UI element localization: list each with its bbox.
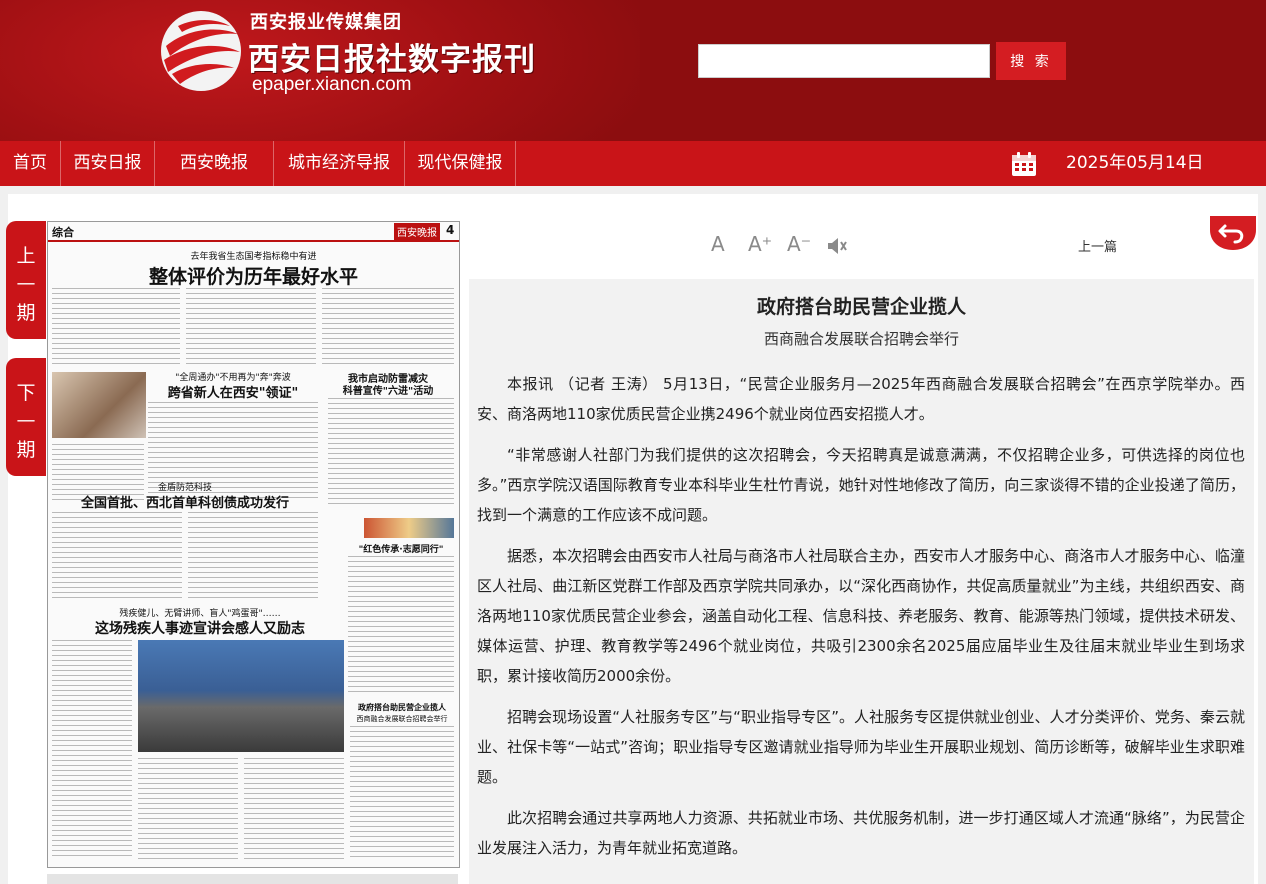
- text-block: [348, 556, 454, 696]
- article-paragraph: “非常感谢人社部门为我们提供的这次招聘会，今天招聘真是诚意满满，不仅招聘企业多，…: [477, 446, 1245, 524]
- news-photo[interactable]: [52, 372, 146, 438]
- nav-item-xian-evening[interactable]: 西安晚报: [155, 141, 274, 186]
- story-headline-current[interactable]: 政府搭台助民营企业揽人: [350, 702, 454, 713]
- font-normal-button[interactable]: A: [711, 232, 725, 256]
- next-issue-tab[interactable]: 下 — 期: [6, 358, 46, 476]
- page-section: 综合: [52, 226, 74, 239]
- prev-issue-char: 上: [16, 245, 36, 267]
- text-block: [322, 288, 454, 368]
- article-paragraph: 此次招聘会通过共享两地人力资源、共拓就业市场、共优服务机制，进一步打通区域人才流…: [477, 809, 1245, 857]
- prev-issue-tab[interactable]: 上 — 期: [6, 221, 46, 339]
- site-url: epaper.xiancn.com: [252, 74, 412, 95]
- text-block: [186, 288, 316, 368]
- site-name: 西安日报社数字报刊: [248, 42, 536, 78]
- issue-date: 2025年05月14日: [1066, 153, 1204, 173]
- lead-kicker[interactable]: 去年我省生态国考指标稳中有进: [48, 249, 459, 262]
- article-paragraph: 据悉，本次招聘会由西安市人社局与商洛市人社局联合主办，西安市人才服务中心、商洛市…: [477, 547, 1245, 685]
- article-title: 政府搭台助民营企业揽人: [756, 296, 966, 318]
- text-block: [244, 758, 344, 860]
- thumbnail-scrollbar[interactable]: [47, 874, 458, 884]
- story-headline[interactable]: 全国首批、西北首单科创债成功发行: [52, 492, 318, 511]
- page-masthead: 西安晚报: [394, 223, 440, 240]
- nav-item-xian-daily[interactable]: 西安日报: [61, 141, 155, 186]
- text-block: [138, 758, 238, 860]
- article-subtitle: 西商融合发展联合招聘会举行: [763, 330, 959, 348]
- next-issue-char: 下: [16, 382, 36, 404]
- article-body: 本报讯 （记者 王涛） 5月13日，“民营企业服务月—2025年西商融合发展联合…: [477, 369, 1245, 874]
- next-issue-char: —: [16, 409, 36, 431]
- story-headline[interactable]: 跨省新人在西安"领证": [148, 382, 318, 401]
- text-block: [52, 288, 180, 368]
- text-block: [52, 512, 182, 602]
- prev-article-link[interactable]: 上一篇: [1078, 236, 1117, 255]
- prev-issue-char: —: [16, 272, 36, 294]
- nav-item-home[interactable]: 首页: [0, 141, 61, 186]
- article-paragraph: 本报讯 （记者 王涛） 5月13日，“民营企业服务月—2025年西商融合发展联合…: [477, 375, 1245, 423]
- newspaper-page-thumbnail[interactable]: 综合 西安晚报 4 去年我省生态国考指标稳中有进 整体评价为历年最好水平 "全周…: [47, 221, 460, 868]
- page-header: 综合 西安晚报 4: [48, 222, 459, 242]
- lead-headline[interactable]: 整体评价为历年最好水平: [48, 262, 459, 289]
- news-photo[interactable]: [364, 518, 454, 538]
- search-input[interactable]: [698, 44, 990, 78]
- text-block: [52, 640, 132, 860]
- story-headline[interactable]: 科普宣传"六进"活动: [322, 382, 454, 397]
- story-headline[interactable]: 这场残疾人事迹宣讲会感人又励志: [52, 618, 348, 638]
- group-name: 西安报业传媒集团: [250, 12, 402, 33]
- nav-item-modern-health[interactable]: 现代保健报: [405, 141, 516, 186]
- logo-icon: [161, 11, 241, 91]
- speaker-icon[interactable]: [826, 236, 848, 256]
- article-paragraph: 招聘会现场设置“人社服务专区”与“职业指导专区”。人社服务专区提供就业创业、人才…: [477, 708, 1245, 786]
- next-issue-char: 期: [16, 439, 36, 461]
- text-block: [350, 726, 454, 860]
- news-photo[interactable]: [138, 640, 344, 752]
- return-icon[interactable]: [1210, 216, 1256, 250]
- text-block: [188, 512, 318, 602]
- font-increase-button[interactable]: A⁺: [748, 232, 772, 256]
- text-block: [328, 398, 454, 506]
- prev-issue-char: 期: [16, 302, 36, 324]
- calendar-icon: [1012, 152, 1036, 176]
- page-number: 4: [446, 223, 455, 237]
- site-header: 西安报业传媒集团 西安日报社数字报刊 epaper.xiancn.com 搜 索: [0, 0, 1266, 141]
- font-decrease-button[interactable]: A⁻: [787, 232, 811, 256]
- story-subheadline-current[interactable]: 西商融合发展联合招聘会举行: [350, 714, 454, 724]
- article-panel: 政府搭台助民营企业揽人 西商融合发展联合招聘会举行 本报讯 （记者 王涛） 5月…: [469, 279, 1254, 884]
- nav-item-city-economy[interactable]: 城市经济导报: [274, 141, 405, 186]
- story-headline[interactable]: "红色传承·志愿同行": [348, 542, 454, 555]
- search-button[interactable]: 搜 索: [996, 42, 1066, 80]
- main-nav: 首页 西安日报 西安晚报 城市经济导报 现代保健报 2025年05月14日: [0, 141, 1266, 186]
- article-toolbar: A A⁺ A⁻ 上一篇: [470, 226, 1254, 268]
